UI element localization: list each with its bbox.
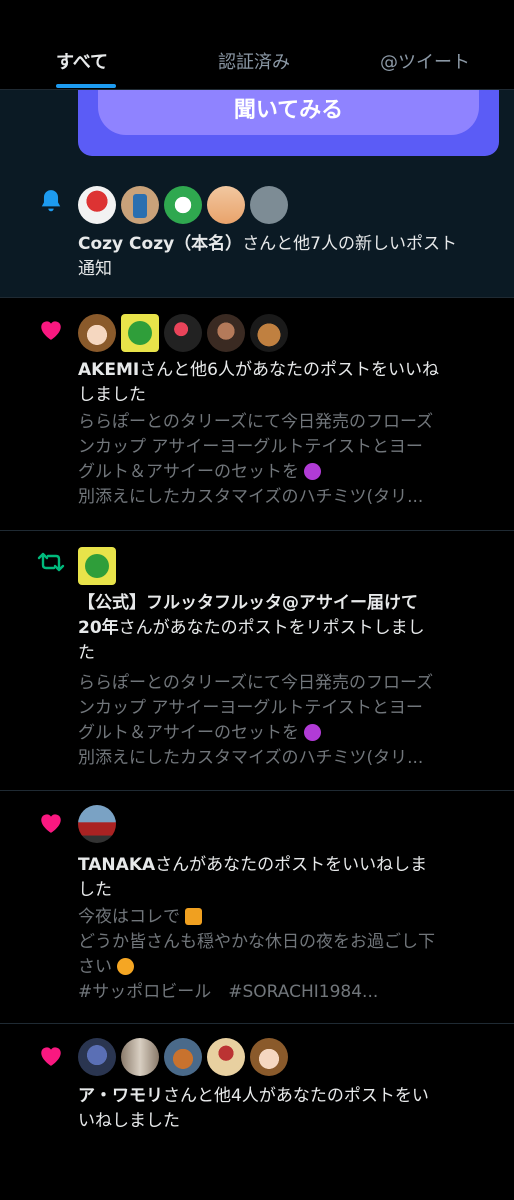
avatar[interactable] — [78, 547, 116, 585]
heart-icon — [36, 314, 66, 344]
notification-tabs: すべて 認証済み @ツイート — [0, 0, 514, 90]
smiling-devil-emoji-icon — [304, 463, 322, 480]
notification-item[interactable]: Cozy Cozy（本名）さんと他7人の新しいポスト 通知 — [0, 170, 514, 298]
avatar[interactable] — [121, 314, 159, 352]
avatar[interactable] — [207, 314, 245, 352]
notification-text: ア・ワモリさんと他4人があなたのポストをい いねしました — [78, 1086, 429, 1131]
avatar[interactable] — [250, 1038, 288, 1076]
avatar[interactable] — [78, 314, 116, 352]
avatar[interactable] — [164, 314, 202, 352]
avatar[interactable] — [164, 186, 202, 224]
repost-icon — [36, 547, 66, 577]
avatar[interactable] — [207, 1038, 245, 1076]
notification-text: AKEMIさんと他6人があなたのポストをいいね しました — [78, 360, 440, 405]
avatar[interactable] — [121, 186, 159, 224]
avatar-group — [78, 314, 288, 352]
avatar[interactable] — [250, 186, 288, 224]
promo-card: 聞いてみる — [78, 90, 499, 156]
post-snippet: 今夜はコレで どうか皆さんも穏やかな休日の夜をお過ごし下 さい #サッポロビール… — [78, 907, 435, 1002]
post-snippet: ららぽーとのタリーズにて今日発売のフローズ ンカップ アサイーヨーグルトテイスト… — [78, 412, 434, 507]
avatar[interactable] — [164, 1038, 202, 1076]
ask-button-label: 聞いてみる — [233, 97, 344, 123]
heart-icon — [36, 1040, 66, 1070]
tab-mentions[interactable]: @ツイート — [380, 48, 470, 74]
avatar[interactable] — [78, 186, 116, 224]
notification-item[interactable]: TANAKAさんがあなたのポストをいいねしま した 今夜はコレで どうか皆さんも… — [0, 791, 514, 1024]
hugging-face-emoji-icon — [117, 958, 135, 975]
active-tab-indicator — [56, 84, 116, 88]
avatar[interactable] — [78, 1038, 116, 1076]
avatar[interactable] — [121, 1038, 159, 1076]
avatar[interactable] — [207, 186, 245, 224]
notification-text: TANAKAさんがあなたのポストをいいねしま した — [78, 855, 428, 900]
heart-icon — [36, 807, 66, 837]
ask-button[interactable]: 聞いてみる — [98, 90, 479, 135]
notification-text: 【公式】フルッタフルッタ@アサイー届けて 20年さんがあなたのポストをリポストし… — [78, 593, 425, 663]
avatar-group — [78, 547, 116, 585]
notification-text: Cozy Cozy（本名）さんと他7人の新しいポスト 通知 — [78, 234, 458, 279]
post-snippet: ららぽーとのタリーズにて今日発売のフローズ ンカップ アサイーヨーグルトテイスト… — [78, 673, 434, 768]
avatar-group — [78, 1038, 288, 1076]
notification-item[interactable]: AKEMIさんと他6人があなたのポストをいいね しました ららぽーとのタリーズに… — [0, 298, 514, 531]
avatar-group — [78, 805, 116, 843]
avatar[interactable] — [78, 805, 116, 843]
beer-mug-emoji-icon — [185, 908, 203, 925]
bell-icon — [36, 186, 66, 216]
smiling-devil-emoji-icon — [304, 724, 322, 741]
notification-item[interactable]: ア・ワモリさんと他4人があなたのポストをい いねしました — [0, 1024, 514, 1200]
notification-item[interactable]: 【公式】フルッタフルッタ@アサイー届けて 20年さんがあなたのポストをリポストし… — [0, 531, 514, 791]
avatar-group — [78, 186, 288, 224]
avatar[interactable] — [250, 314, 288, 352]
tab-all[interactable]: すべて — [56, 48, 108, 74]
tab-verified[interactable]: 認証済み — [218, 48, 290, 74]
